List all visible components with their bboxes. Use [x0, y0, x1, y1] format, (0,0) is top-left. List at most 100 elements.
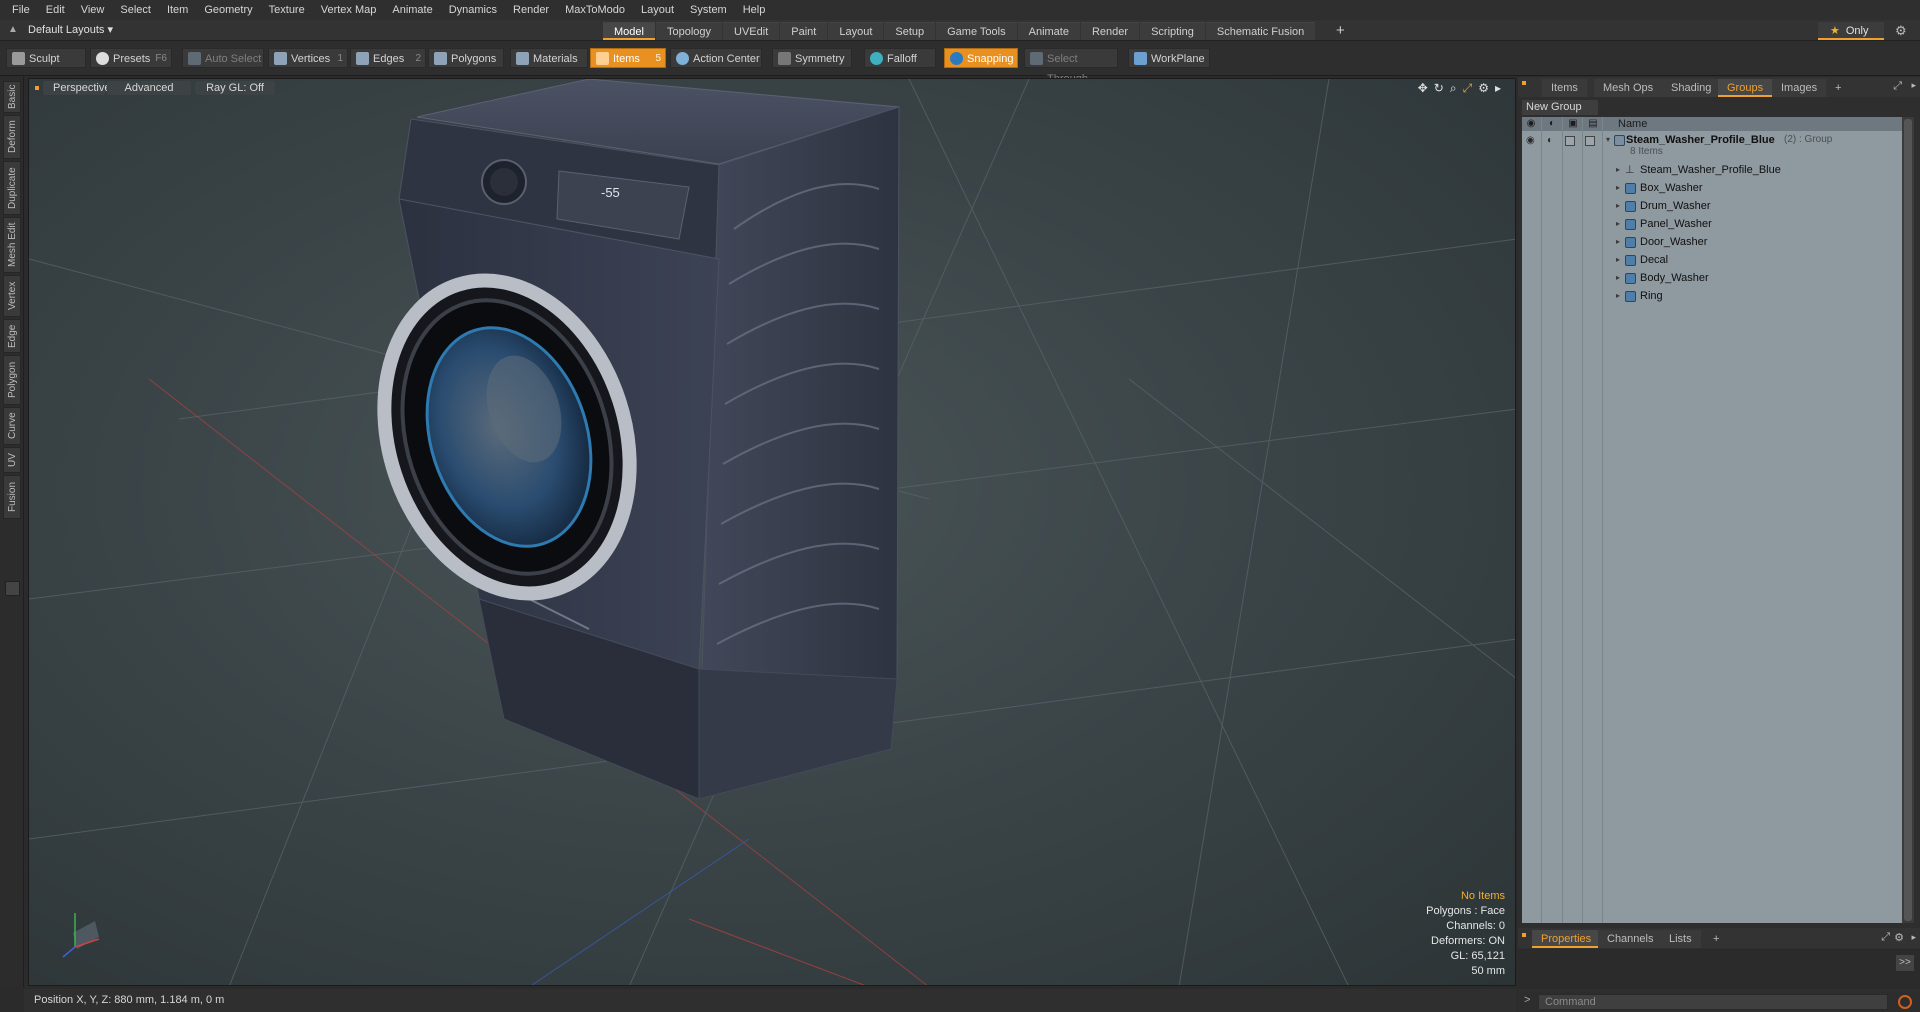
- vtab-deform[interactable]: Deform: [3, 115, 21, 159]
- tab-setup[interactable]: Setup: [884, 22, 936, 40]
- panel-menu-dot[interactable]: [1522, 81, 1526, 85]
- tab-groups[interactable]: Groups: [1718, 79, 1773, 97]
- tab-topology[interactable]: Topology: [655, 22, 723, 40]
- tab-render[interactable]: Render: [1080, 22, 1140, 40]
- auto-select-button[interactable]: Auto Select: [182, 48, 264, 68]
- select-column-icon[interactable]: ▤: [1586, 118, 1600, 130]
- expand-arrow-icon[interactable]: ▸: [1616, 251, 1620, 269]
- list-scroll-thumb[interactable]: [1904, 119, 1912, 921]
- menu-edit[interactable]: Edit: [38, 0, 73, 20]
- view-mode-button[interactable]: Perspective: [43, 81, 110, 95]
- materials-button[interactable]: Materials: [510, 48, 588, 68]
- layout-menu-icon[interactable]: ▲: [8, 24, 18, 35]
- workplane-button[interactable]: WorkPlane: [1128, 48, 1210, 68]
- list-item[interactable]: ▸ Decal: [1522, 251, 1904, 269]
- fit-icon[interactable]: ⤢: [1463, 81, 1473, 96]
- tab-shading[interactable]: Shading: [1662, 79, 1721, 97]
- render-icon[interactable]: ◐: [1547, 135, 1553, 146]
- group-row[interactable]: ◉ ◐ ▾ Steam_Washer_Profile_Blue (2) : Gr…: [1522, 131, 1904, 161]
- tab-layout[interactable]: Layout: [828, 22, 884, 40]
- list-item[interactable]: ▸ Panel_Washer: [1522, 215, 1904, 233]
- tab-paint[interactable]: Paint: [780, 22, 828, 40]
- add-panel-tab-button[interactable]: +: [1826, 79, 1850, 97]
- pan-icon[interactable]: ✥: [1418, 81, 1428, 96]
- menu-animate[interactable]: Animate: [384, 0, 440, 20]
- lock-column-icon[interactable]: ▣: [1566, 118, 1580, 130]
- layout-select[interactable]: Default Layouts ▾: [28, 22, 113, 39]
- list-item[interactable]: ▸ Ring: [1522, 287, 1904, 305]
- menu-system[interactable]: System: [682, 0, 735, 20]
- vtab-edge[interactable]: Edge: [3, 319, 21, 353]
- props-expand-icon[interactable]: ⤢: [1881, 931, 1890, 944]
- expand-arrow-icon[interactable]: ▸: [1616, 161, 1620, 179]
- list-item[interactable]: ▸ Door_Washer: [1522, 233, 1904, 251]
- washer-model[interactable]: -55: [29, 79, 1516, 986]
- tab-lists[interactable]: Lists: [1660, 930, 1701, 948]
- only-button[interactable]: ★ Only: [1818, 22, 1884, 40]
- list-item[interactable]: ▸ Box_Washer: [1522, 179, 1904, 197]
- tab-channels[interactable]: Channels: [1598, 930, 1663, 948]
- eye-icon[interactable]: ◉: [1526, 135, 1535, 146]
- expand-arrow-icon[interactable]: ▸: [1616, 233, 1620, 251]
- tab-animate[interactable]: Animate: [1017, 22, 1080, 40]
- items-button[interactable]: Items 5: [590, 48, 666, 68]
- vtab-vertex[interactable]: Vertex: [3, 275, 21, 317]
- menu-vertex-map[interactable]: Vertex Map: [313, 0, 385, 20]
- edges-button[interactable]: Edges 2: [350, 48, 426, 68]
- viewport-gear-icon[interactable]: ⚙: [1478, 81, 1489, 96]
- menu-view[interactable]: View: [73, 0, 113, 20]
- lock-checkbox[interactable]: [1565, 136, 1575, 146]
- viewport-arrow-icon[interactable]: ▸: [1495, 81, 1501, 96]
- gear-icon[interactable]: ⚙: [1895, 23, 1907, 39]
- shading-mode-button[interactable]: Advanced: [107, 81, 191, 95]
- tab-mesh-ops[interactable]: Mesh Ops: [1594, 79, 1663, 97]
- polygons-button[interactable]: Polygons: [428, 48, 504, 68]
- vertices-button[interactable]: Vertices 1: [268, 48, 348, 68]
- list-item[interactable]: ▸ Body_Washer: [1522, 269, 1904, 287]
- collapse-arrow-icon[interactable]: ▾: [1606, 131, 1610, 149]
- vtab-fusion[interactable]: Fusion: [3, 475, 21, 519]
- tab-schematic-fusion[interactable]: Schematic Fusion: [1205, 22, 1316, 40]
- menu-dynamics[interactable]: Dynamics: [441, 0, 505, 20]
- menu-render[interactable]: Render: [505, 0, 557, 20]
- expand-arrow-icon[interactable]: ▸: [1616, 215, 1620, 233]
- props-gear-icon[interactable]: ⚙: [1894, 931, 1904, 944]
- command-input[interactable]: [1538, 994, 1888, 1010]
- name-column-header[interactable]: Name: [1618, 117, 1647, 131]
- zoom-icon[interactable]: ⌕: [1450, 81, 1457, 96]
- render-column-icon[interactable]: ◐: [1545, 118, 1559, 130]
- list-item[interactable]: ▸ Drum_Washer: [1522, 197, 1904, 215]
- left-panel-toggle-button[interactable]: [5, 581, 20, 596]
- menu-file[interactable]: File: [4, 0, 38, 20]
- props-arrow-icon[interactable]: ▸: [1911, 932, 1916, 943]
- select-through-button[interactable]: Select Through: [1024, 48, 1118, 85]
- tab-items[interactable]: Items: [1542, 79, 1587, 97]
- vtab-polygon[interactable]: Polygon: [3, 355, 21, 405]
- props-menu-dot[interactable]: [1522, 933, 1526, 937]
- vtab-basic[interactable]: Basic: [3, 81, 21, 113]
- rotate-icon[interactable]: ↻: [1434, 81, 1444, 96]
- list-item[interactable]: ▸ ⊥ Steam_Washer_Profile_Blue: [1522, 161, 1904, 179]
- panel-arrow-icon[interactable]: ▸: [1911, 80, 1916, 91]
- menu-geometry[interactable]: Geometry: [196, 0, 260, 20]
- list-scrollbar[interactable]: [1902, 117, 1914, 923]
- falloff-button[interactable]: Falloff: [864, 48, 936, 68]
- vtab-uv[interactable]: UV: [3, 447, 21, 473]
- props-forward-button[interactable]: >>: [1896, 955, 1914, 971]
- vtab-curve[interactable]: Curve: [3, 407, 21, 445]
- menu-select[interactable]: Select: [112, 0, 159, 20]
- viewport-menu-dot[interactable]: [35, 86, 39, 90]
- vtab-mesh-edit[interactable]: Mesh Edit: [3, 217, 21, 273]
- expand-arrow-icon[interactable]: ▸: [1616, 269, 1620, 287]
- sculpt-button[interactable]: Sculpt: [6, 48, 86, 68]
- tab-uvedit[interactable]: UVEdit: [723, 22, 780, 40]
- expand-icon[interactable]: ⤢: [1893, 80, 1902, 93]
- expand-arrow-icon[interactable]: ▸: [1616, 197, 1620, 215]
- 3d-viewport[interactable]: -55 Perspective Advanced Ray GL: Off ✥ ↻…: [28, 78, 1516, 986]
- command-run-button[interactable]: [1898, 995, 1912, 1009]
- select-checkbox[interactable]: [1585, 136, 1595, 146]
- expand-arrow-icon[interactable]: ▸: [1616, 287, 1620, 305]
- tab-properties[interactable]: Properties: [1532, 930, 1601, 948]
- expand-arrow-icon[interactable]: ▸: [1616, 179, 1620, 197]
- menu-help[interactable]: Help: [735, 0, 774, 20]
